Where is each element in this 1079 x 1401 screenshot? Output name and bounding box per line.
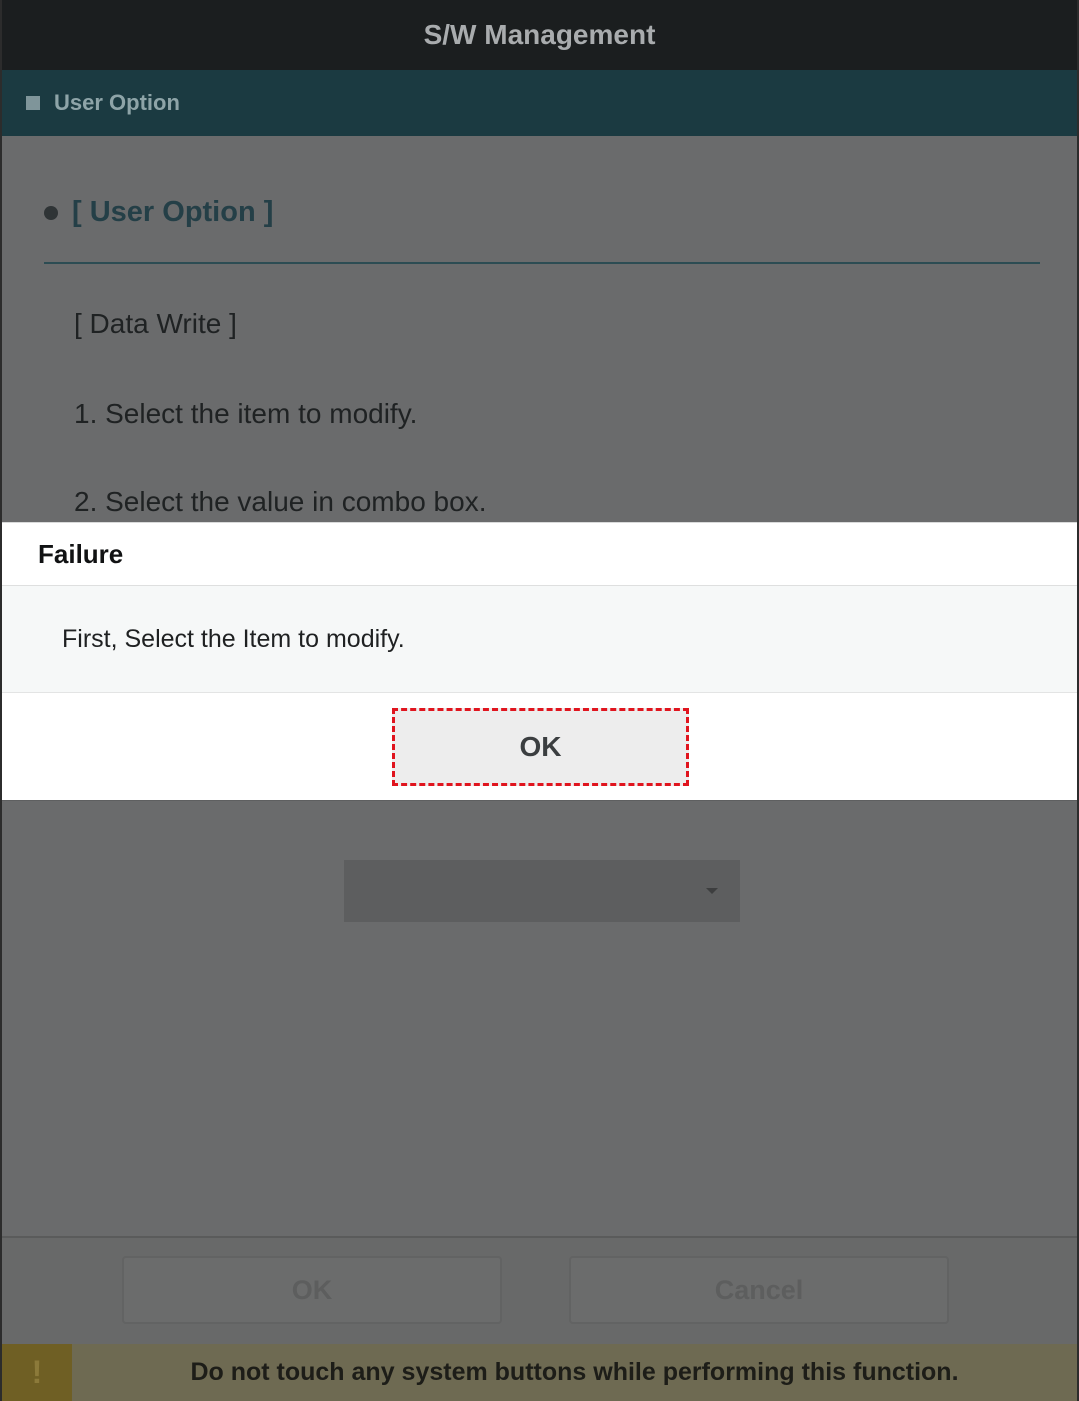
bottom-button-bar: OK Cancel — [2, 1236, 1077, 1344]
square-icon — [26, 96, 40, 110]
content-heading: [ User Option ] — [44, 196, 273, 229]
heading-divider — [44, 262, 1040, 264]
dialog-actions: OK — [2, 693, 1077, 800]
dialog-message: First, Select the Item to modify. — [2, 586, 1077, 693]
section-bar: User Option — [2, 70, 1077, 136]
dialog-ok-button[interactable]: OK — [392, 708, 689, 786]
dialog-message-text: First, Select the Item to modify. — [62, 624, 405, 653]
bullet-icon — [44, 205, 58, 220]
dialog-title: Failure — [2, 523, 1077, 586]
app-window: S/W Management User Option [ User Option… — [0, 0, 1079, 1401]
title-bar: S/W Management — [2, 0, 1077, 70]
section-title: User Option — [54, 90, 180, 115]
cancel-button[interactable]: Cancel — [569, 1256, 949, 1324]
warning-text: Do not touch any system buttons while pe… — [190, 1358, 959, 1386]
step-1: 1. Select the item to modify. — [74, 398, 418, 429]
failure-dialog: Failure First, Select the Item to modify… — [2, 522, 1077, 801]
subheading: [ Data Write ] — [74, 308, 237, 339]
warning-bar: ! Do not touch any system buttons while … — [2, 1344, 1077, 1401]
app-title: S/W Management — [423, 19, 656, 50]
ok-button[interactable]: OK — [122, 1256, 502, 1324]
warning-icon: ! — [2, 1344, 72, 1401]
chevron-down-icon — [706, 888, 718, 894]
step-2: 2. Select the value in combo box. — [74, 486, 487, 517]
dialog-title-text: Failure — [38, 538, 124, 569]
heading-text: [ User Option ] — [72, 196, 274, 228]
value-combo-box[interactable] — [344, 860, 740, 922]
